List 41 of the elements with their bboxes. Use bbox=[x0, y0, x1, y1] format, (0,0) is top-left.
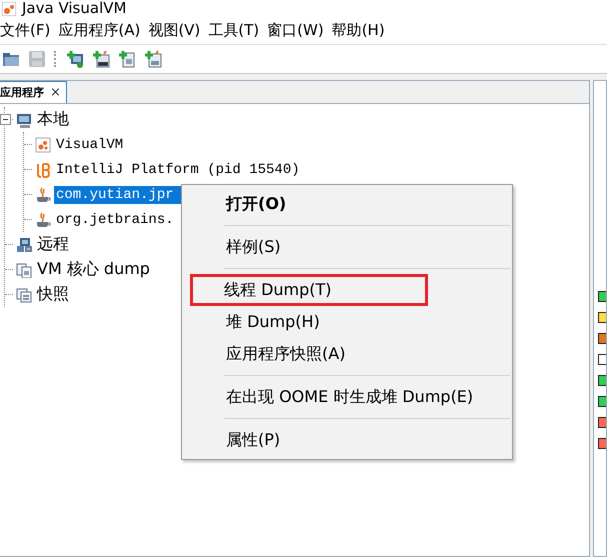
tree-item[interactable]: org.jetbrains. bbox=[54, 210, 176, 228]
menu-item[interactable]: 文件(F) bbox=[0, 20, 50, 40]
tree-item[interactable]: IntelliJ Platform (pid 15540) bbox=[54, 160, 302, 178]
window-title: Java VisualVM bbox=[22, 0, 126, 16]
panel-tab[interactable]: 应用程序 × bbox=[0, 81, 67, 103]
add-snapshot-icon bbox=[144, 50, 162, 68]
tree-item[interactable]: 快照 bbox=[35, 283, 71, 306]
computer-icon bbox=[16, 112, 32, 128]
visualvm-icon bbox=[35, 136, 51, 152]
documents-icon bbox=[16, 262, 32, 278]
menu-item[interactable]: 视图(V) bbox=[148, 20, 200, 40]
menu-item[interactable]: 工具(T) bbox=[208, 20, 260, 40]
menu-item[interactable]: 线程 Dump(T) bbox=[190, 274, 428, 306]
network-hosts-icon bbox=[16, 236, 32, 252]
menu-item[interactable]: 打开(O) bbox=[184, 188, 510, 220]
tree-item[interactable]: VM 核心 dump bbox=[35, 258, 152, 281]
add-document-icon bbox=[118, 50, 136, 68]
menu-item[interactable]: 在出现 OOME 时生成堆 Dump(E) bbox=[184, 381, 510, 413]
add-host-button[interactable] bbox=[64, 48, 86, 70]
menu-item[interactable]: 样例(S) bbox=[184, 231, 510, 263]
add-jmx-button[interactable] bbox=[90, 48, 112, 70]
menu-item[interactable]: 属性(P) bbox=[184, 424, 510, 456]
coffee-cup-icon bbox=[35, 186, 51, 202]
folder-icon bbox=[2, 50, 20, 68]
coffee-cup-icon bbox=[35, 212, 51, 228]
add-snapshot-button[interactable] bbox=[142, 48, 164, 70]
tree-item[interactable]: 远程 bbox=[35, 233, 71, 256]
snapshot-icon bbox=[16, 286, 32, 302]
collapse-icon[interactable] bbox=[0, 114, 11, 125]
app-logo-icon bbox=[2, 2, 16, 16]
menu-item[interactable]: 帮助(H) bbox=[332, 20, 385, 40]
add-host-icon bbox=[66, 50, 84, 68]
menu-item[interactable]: 应用程序(A) bbox=[58, 20, 140, 40]
add-jmx-icon bbox=[92, 50, 110, 68]
menu-item[interactable]: 应用程序快照(A) bbox=[184, 338, 510, 370]
menu-item[interactable]: 堆 Dump(H) bbox=[184, 306, 510, 338]
close-icon[interactable]: × bbox=[50, 85, 61, 100]
menu-item[interactable]: 窗口(W) bbox=[267, 20, 324, 40]
tree-item[interactable]: 本地 bbox=[35, 108, 71, 131]
intellij-logo-icon bbox=[35, 162, 51, 178]
tree-item[interactable]: VisualVM bbox=[54, 136, 126, 154]
